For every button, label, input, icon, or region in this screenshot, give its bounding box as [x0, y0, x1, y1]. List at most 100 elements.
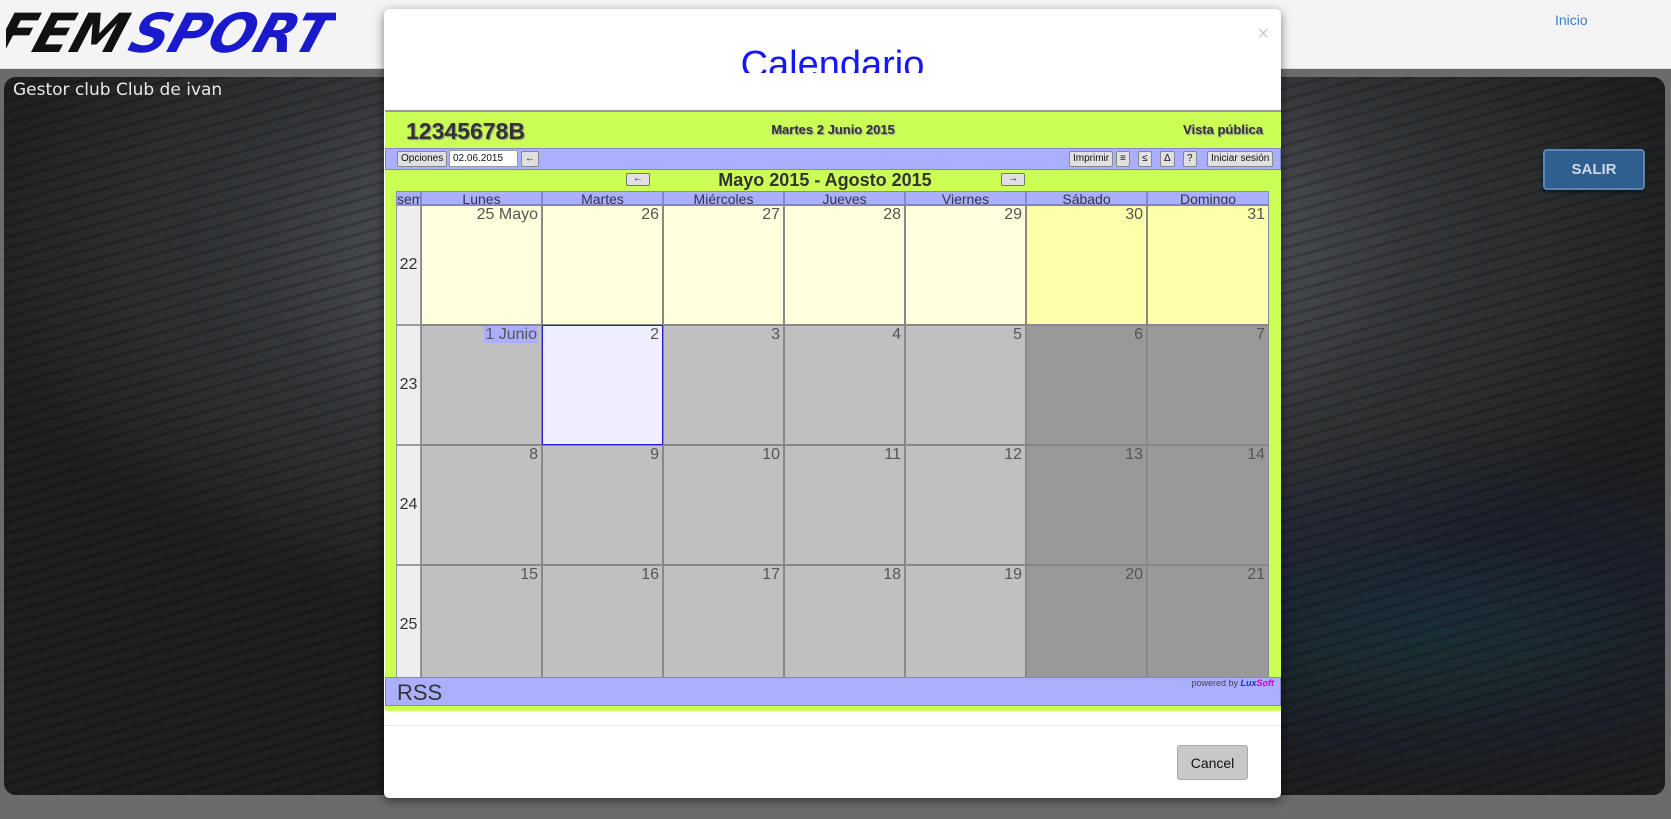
calendar-day-cell[interactable]: 5: [905, 325, 1026, 445]
calendar-day-cell[interactable]: 2: [542, 325, 663, 445]
calendar-range-title: Mayo 2015 - Agosto 2015: [718, 170, 932, 190]
calendar-day-cell[interactable]: 13: [1026, 445, 1147, 565]
calendar-day-cell[interactable]: 20: [1026, 565, 1147, 685]
calendar-day-cell[interactable]: 31: [1147, 205, 1269, 325]
day-header-0: Lunes: [421, 191, 542, 205]
calendar-day-cell[interactable]: 21: [1147, 565, 1269, 685]
day-number: 3: [771, 326, 780, 343]
day-number: 28: [883, 206, 901, 223]
day-header-3: Jueves: [784, 191, 905, 205]
day-number: 29: [1004, 206, 1022, 223]
calendar-day-cell[interactable]: 28: [784, 205, 905, 325]
salir-button[interactable]: SALIR: [1543, 149, 1645, 190]
day-number: 14: [1247, 446, 1265, 463]
calendar-day-cell[interactable]: 25 Mayo: [421, 205, 542, 325]
powered-by[interactable]: powered by LuxSoft: [1191, 678, 1274, 688]
day-number: 16: [641, 566, 659, 583]
day-number: 19: [1004, 566, 1022, 583]
day-number: 4: [892, 326, 901, 343]
calendar-modal: Calendario × 12345678B Martes 2 Junio 20…: [384, 9, 1281, 798]
day-header-4: Viernes: [905, 191, 1026, 205]
calendar-day-cell[interactable]: 3: [663, 325, 784, 445]
day-header-1: Martes: [542, 191, 663, 205]
day-number: 7: [1256, 326, 1265, 343]
calendar-footer: RSS powered by LuxSoft: [385, 677, 1281, 706]
calendar-header: 12345678B Martes 2 Junio 2015 Vista públ…: [385, 112, 1281, 148]
next-range-arrow[interactable]: →: [1001, 173, 1025, 186]
brand-lux: Lux: [1240, 678, 1257, 688]
day-number: 15: [520, 566, 538, 583]
svg-text:FEM: FEM: [6, 6, 136, 62]
week-number[interactable]: 23: [396, 325, 421, 445]
imprimir-button[interactable]: Imprimir: [1069, 151, 1114, 167]
calendar-day-cell[interactable]: 18: [784, 565, 905, 685]
go-date-button[interactable]: ←: [521, 151, 539, 167]
day-number: 11: [884, 446, 901, 463]
close-icon[interactable]: ×: [1257, 23, 1269, 46]
calendar-day-cell[interactable]: 16: [542, 565, 663, 685]
modal-title: Calendario: [740, 44, 925, 73]
calendar-day-cell[interactable]: 8: [421, 445, 542, 565]
cancel-button[interactable]: Cancel: [1177, 745, 1248, 780]
day-number: 6: [1134, 326, 1143, 343]
login-button[interactable]: Iniciar sesión: [1207, 151, 1274, 167]
week-number[interactable]: 22: [396, 205, 421, 325]
calendar-toolbar: Opciones 02.06.2015 ← Imprimir ≡ ≤ Δ ? I…: [385, 148, 1281, 170]
calendar-day-cell[interactable]: 10: [663, 445, 784, 565]
calendar-day-cell[interactable]: 15: [421, 565, 542, 685]
calendar-day-cell[interactable]: 19: [905, 565, 1026, 685]
day-header-2: Miércoles: [663, 191, 784, 205]
calendar-day-cell[interactable]: 14: [1147, 445, 1269, 565]
day-number: 26: [641, 206, 659, 223]
week-number-header: sem: [396, 191, 421, 205]
calendar-range-row: ← Mayo 2015 - Agosto 2015 →: [385, 169, 1281, 191]
femsport-logo[interactable]: FEM SPORT: [0, 3, 346, 67]
day-number: 2: [650, 326, 659, 343]
week-number[interactable]: 25: [396, 565, 421, 685]
calendar-day-cell[interactable]: 17: [663, 565, 784, 685]
day-number: 27: [762, 206, 780, 223]
day-header-6: Domingo: [1147, 191, 1269, 205]
rss-link[interactable]: RSS: [397, 680, 442, 706]
calendar-day-cell[interactable]: 29: [905, 205, 1026, 325]
day-number: 17: [762, 566, 780, 583]
filter-button[interactable]: ≤: [1138, 151, 1152, 167]
calendar-day-cell[interactable]: 27: [663, 205, 784, 325]
calendar-day-cell[interactable]: 4: [784, 325, 905, 445]
calendar-day-cell[interactable]: 30: [1026, 205, 1147, 325]
help-button[interactable]: ?: [1183, 151, 1197, 167]
day-number: 8: [529, 446, 538, 463]
calendar-day-cell[interactable]: 11: [784, 445, 905, 565]
day-number: 10: [762, 446, 780, 463]
date-input[interactable]: 02.06.2015: [449, 150, 518, 167]
calendar-widget: 12345678B Martes 2 Junio 2015 Vista públ…: [385, 110, 1281, 711]
powered-by-label: powered by: [1191, 678, 1238, 688]
calendar-current-date: Martes 2 Junio 2015: [771, 122, 895, 137]
day-number: 30: [1125, 206, 1143, 223]
calendar-view-label: Vista pública: [1183, 122, 1263, 137]
day-number: 21: [1247, 566, 1265, 583]
calendar-day-cell[interactable]: 26: [542, 205, 663, 325]
calendar-day-cell[interactable]: 6: [1026, 325, 1147, 445]
day-number: 12: [1004, 446, 1022, 463]
day-number: 9: [650, 446, 659, 463]
day-number: 20: [1125, 566, 1143, 583]
calendar-day-cell[interactable]: 7: [1147, 325, 1269, 445]
day-number: 5: [1013, 326, 1022, 343]
day-number: 1 Junio: [484, 326, 538, 343]
calendar-day-cell[interactable]: 9: [542, 445, 663, 565]
day-number: 18: [883, 566, 901, 583]
changes-button[interactable]: Δ: [1160, 151, 1175, 167]
nav-link-inicio[interactable]: Inicio: [1555, 12, 1588, 28]
day-header-5: Sábado: [1026, 191, 1147, 205]
calendar-day-cell[interactable]: 12: [905, 445, 1026, 565]
week-number[interactable]: 24: [396, 445, 421, 565]
modal-footer-divider: [384, 725, 1281, 726]
calendar-day-cell[interactable]: 1 Junio: [421, 325, 542, 445]
club-title: Gestor club Club de ivan: [13, 80, 223, 100]
logo-graphic: FEM SPORT: [0, 3, 346, 65]
list-view-button[interactable]: ≡: [1116, 151, 1130, 167]
day-number: 13: [1125, 446, 1143, 463]
opciones-button[interactable]: Opciones: [397, 151, 448, 167]
day-number: 31: [1247, 206, 1265, 223]
